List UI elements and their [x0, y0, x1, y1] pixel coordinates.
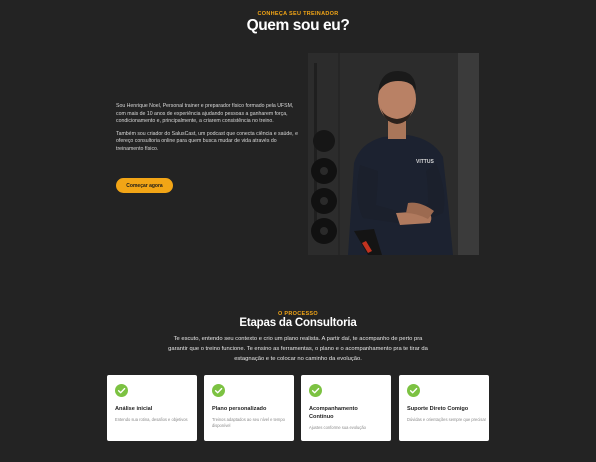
trainer-photo: VITTUS	[308, 53, 479, 255]
check-circle-icon	[212, 384, 225, 397]
step-description: Treinos adaptados ao seu nível e tempo d…	[212, 417, 285, 428]
step-card-initial-analysis: Análise inicial Entendo sua rotina, desa…	[107, 375, 197, 441]
trainer-section-title: Quem sou eu?	[246, 17, 350, 34]
step-title: Análise inicial	[115, 406, 153, 412]
trainer-photo-illustration: VITTUS	[308, 53, 479, 255]
step-title: Plano personalizado	[212, 406, 267, 412]
trainer-bio-paragraph-2: Também sou criador do SalusCast, um podc…	[116, 130, 298, 152]
check-circle-icon	[309, 384, 322, 397]
step-title: Acompanhamento Contínuo	[309, 406, 358, 420]
step-description: Dúvidas e orientações sempre que precisa…	[407, 417, 486, 422]
process-section-title: Etapas da Consultoria	[239, 317, 357, 329]
start-now-button[interactable]: Começar agora	[116, 178, 173, 193]
trainer-bio: Sou Henrique Noel, Personal trainer e pr…	[116, 103, 300, 159]
step-card-direct-support: Suporte Direto Comigo Dúvidas e orientaç…	[399, 375, 489, 441]
step-card-continuous-follow-up: Acompanhamento Contínuo Ajustes conforme…	[301, 375, 391, 441]
trainer-bio-paragraph-1: Sou Henrique Noel, Personal trainer e pr…	[116, 103, 294, 125]
process-lead-text: Te escuto, entendo seu contexto e crio u…	[168, 336, 428, 362]
shirt-logo-text: VITTUS	[416, 159, 434, 165]
check-circle-icon	[407, 384, 420, 397]
step-title: Suporte Direto Comigo	[407, 406, 469, 412]
step-description: Ajustes conforme sua evolução	[309, 425, 366, 430]
step-description: Entendo sua rotina, desafios e objetivos	[115, 417, 188, 422]
step-card-personalized-plan: Plano personalizado Treinos adaptados ao…	[204, 375, 294, 441]
check-circle-icon	[115, 384, 128, 397]
